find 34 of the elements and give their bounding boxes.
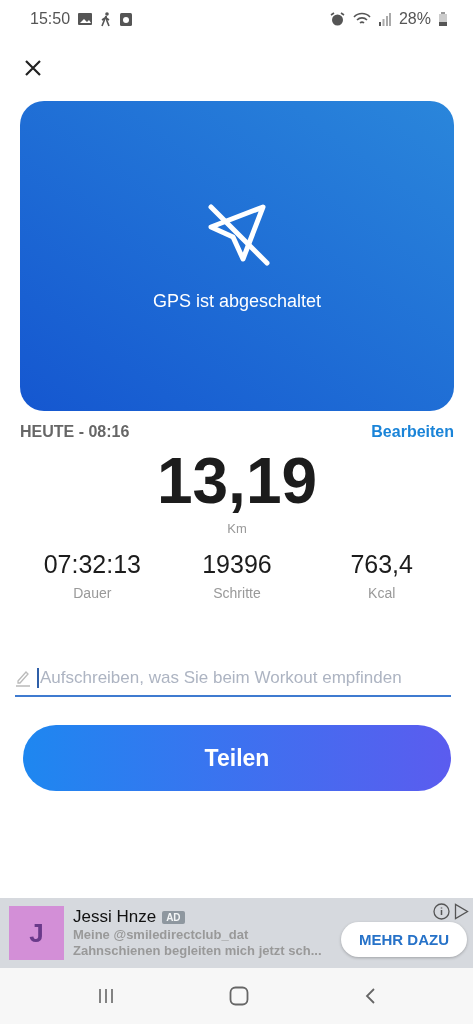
distance-unit: Km	[227, 521, 247, 536]
ad-badge: AD	[162, 910, 185, 924]
recent-apps-icon[interactable]	[97, 987, 116, 1005]
workout-date: HEUTE - 08:16	[20, 423, 130, 441]
ad-text: Meine @smiledirectclub_dat Zahnschienen begleiten mich jetzt sch...	[73, 927, 323, 959]
stat-value: 763,4	[350, 550, 413, 579]
alarm-icon	[329, 11, 345, 27]
battery-icon	[439, 12, 447, 26]
wifi-icon	[352, 12, 371, 26]
ad-choices-icon[interactable]	[454, 903, 469, 920]
advertiser-name: Jessi Hnze	[73, 907, 157, 927]
learn-more-button[interactable]: MEHR DAZU	[341, 921, 467, 957]
distance-value: 13,19	[156, 449, 318, 513]
battery-level: 28%	[398, 10, 431, 28]
close-button[interactable]	[23, 58, 43, 78]
stat-value: 07:32:13	[43, 550, 141, 579]
home-icon[interactable]	[229, 986, 250, 1006]
stat-label: Schritte	[213, 585, 261, 601]
gps-message: GPS ist abgeschaltet	[152, 290, 322, 312]
stat-label: Kcal	[368, 585, 396, 601]
signal-icon	[378, 12, 391, 26]
advertiser-avatar: J	[9, 906, 64, 960]
pencil-icon	[15, 669, 31, 687]
walking-icon	[100, 11, 113, 27]
back-icon[interactable]	[363, 987, 376, 1005]
stat-label: Dauer	[73, 585, 112, 601]
info-icon[interactable]	[433, 903, 450, 920]
share-button[interactable]: Teilen	[23, 725, 451, 791]
image-icon	[78, 13, 93, 25]
app-icon	[120, 12, 133, 26]
note-field[interactable]: Aufschreiben, was Sie beim Workout empfinden	[15, 661, 451, 697]
edit-link[interactable]: Bearbeiten	[371, 423, 454, 441]
stat-value: 19396	[202, 550, 272, 579]
clock-time: 15:50	[30, 10, 71, 28]
